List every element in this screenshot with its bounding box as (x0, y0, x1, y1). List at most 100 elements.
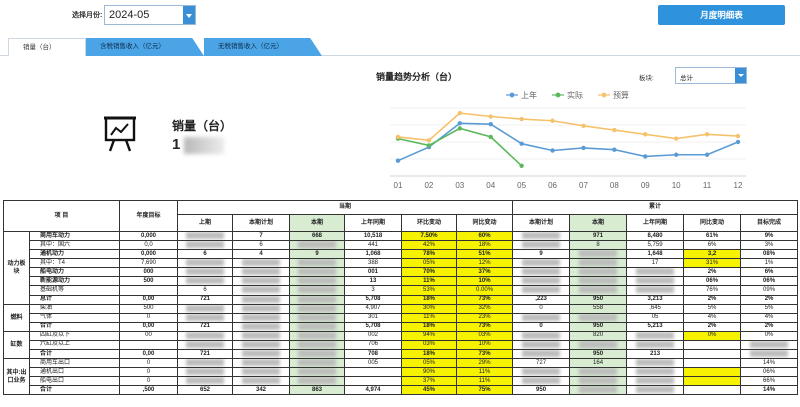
data-cell (512, 267, 571, 278)
data-cell (177, 312, 234, 323)
data-cell (626, 330, 685, 341)
data-cell (569, 276, 628, 287)
data-cell: 2% (683, 294, 742, 305)
header-annual-target: 年度目标 (119, 200, 179, 232)
data-cell (569, 249, 628, 260)
data-cell: 0 (512, 303, 571, 314)
tab-revenue-tax-excl[interactable]: 无税销售收入（亿元） (204, 38, 322, 56)
data-cell: 18% (456, 240, 514, 251)
data-cell: 2% (740, 294, 799, 305)
table-row: 缸数 四缸及以下 00 002 94% 03% 820 0% 0% (3, 330, 799, 360)
data-cell: 23% (456, 312, 514, 323)
data-cell (289, 339, 346, 351)
data-cell: 727 (512, 358, 571, 369)
x-tick-label: 10 (672, 181, 681, 190)
redacted-value (186, 241, 224, 249)
data-cell (512, 276, 571, 287)
redacted-value (186, 277, 224, 285)
data-cell: 5% (683, 303, 742, 314)
data-cell: 73% (456, 321, 514, 332)
data-cell (344, 376, 403, 387)
table-row: 燃料 柴油 500 4,907 30% 32% 0 558,645 5% 5% (3, 303, 799, 332)
data-cell: 5% (740, 303, 799, 314)
data-cell (289, 276, 346, 287)
trend-line-chart: 01 02 03 04 05 06 07 08 09 10 11 12 上年 实际 预算 (390, 90, 746, 190)
table-row: 合计 0,00 721 5,708 18% 73% 0 950 5,213 2% 2% (4, 321, 799, 332)
data-cell (232, 376, 291, 387)
tab-sales-volume[interactable]: 销量（台） (8, 38, 86, 56)
data-cell (232, 258, 291, 269)
data-cell: 1% (740, 258, 799, 269)
data-cell: 13 (344, 276, 403, 287)
redacted-value (578, 259, 618, 267)
x-tick-label: 12 (734, 181, 743, 190)
data-cell: 66% (740, 376, 799, 387)
redacted-value (521, 259, 561, 267)
row-label: 气体 (28, 312, 121, 323)
annual-target-cell: 0 (119, 312, 179, 323)
data-cell: 17 (626, 258, 685, 269)
data-cell (569, 385, 628, 396)
annual-target-cell (119, 339, 179, 351)
month-select[interactable]: 2024-05 (104, 5, 196, 25)
data-cell (569, 339, 628, 351)
redacted-value (241, 314, 281, 321)
data-cell (232, 349, 291, 360)
header-cumulative: 累计 (512, 200, 799, 215)
redacted-value (578, 268, 618, 276)
annual-target-cell: 0,0 (119, 240, 179, 251)
tab-bar: 销量（台） 含税销售收入（亿元） 无税销售收入（亿元） (0, 38, 800, 56)
chevron-down-icon[interactable] (735, 68, 746, 83)
redacted-value (241, 305, 281, 312)
row-label: 合计 (28, 385, 121, 396)
data-cell (569, 367, 628, 378)
chevron-down-icon[interactable] (183, 6, 195, 24)
data-cell (626, 276, 685, 287)
board-select[interactable]: 总计 (675, 67, 747, 84)
annual-target-cell: 0,000 (119, 230, 179, 242)
data-cell: 45% (401, 385, 458, 396)
redacted-value (578, 341, 618, 348)
data-cell (289, 285, 346, 296)
data-cell: 18% (401, 294, 458, 305)
redacted-value (578, 377, 618, 385)
data-cell: 76% (683, 285, 742, 296)
header-item: 项 目 (2, 200, 121, 232)
data-cell: 721 (177, 321, 234, 332)
data-cell: 29% (456, 358, 514, 369)
x-tick-label: 06 (548, 181, 557, 190)
legend-label: 预算 (613, 90, 629, 100)
data-point (704, 132, 710, 137)
tab-revenue-tax-incl[interactable]: 含税销售收入（亿元） (86, 38, 204, 56)
data-cell: 37% (401, 376, 458, 387)
data-cell (344, 367, 403, 378)
data-cell: 1,648 (626, 249, 685, 260)
header-col: 本期计划 (512, 214, 571, 232)
data-cell (289, 330, 346, 341)
redacted-value (298, 359, 336, 367)
redacted-value (635, 368, 675, 376)
redacted-value (298, 277, 336, 285)
data-cell (512, 312, 571, 323)
data-cell: 10% (456, 276, 514, 287)
row-label: 船电动力 (28, 267, 121, 278)
redacted-value (298, 241, 336, 249)
table-row: 其中：国六 0,0 6 441 42% 18% 8 5,759 6% 3% (4, 240, 799, 251)
redacted-value (186, 368, 224, 376)
data-cell (626, 285, 685, 296)
row-label: 柴油 (28, 303, 121, 314)
data-cell (512, 330, 571, 341)
data-cell: 08% (740, 249, 799, 260)
data-cell: 721 (177, 349, 234, 360)
data-cell: 8 (569, 240, 628, 251)
data-cell: 9 (289, 249, 346, 260)
data-cell (569, 267, 628, 278)
data-cell: 05% (401, 358, 458, 369)
data-cell (232, 294, 291, 305)
data-cell: 863 (289, 385, 346, 396)
row-label: 通机动力 (28, 249, 121, 260)
monthly-detail-button[interactable]: 月度明细表 (658, 5, 785, 25)
data-cell (177, 240, 234, 251)
table-row: 通机出口 0 90% 11% 06% (4, 367, 799, 378)
annual-target-cell: 500 (119, 276, 179, 287)
